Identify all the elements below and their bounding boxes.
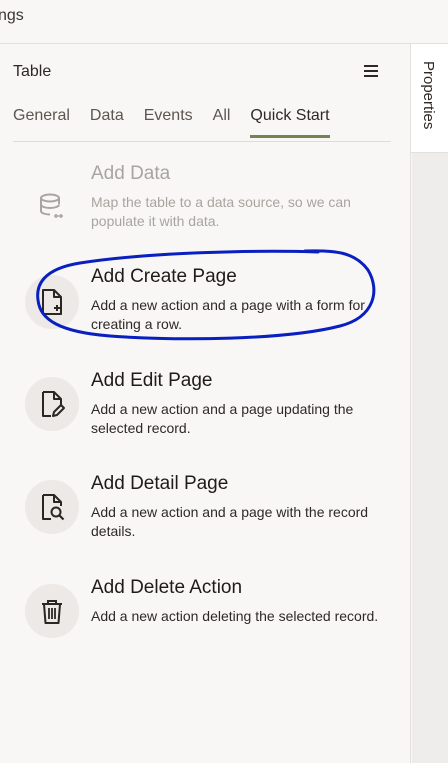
item-label: Add Data xyxy=(91,163,171,184)
tab-data[interactable]: Data xyxy=(90,104,124,135)
top-bar: ngs xyxy=(0,0,448,44)
item-description: Add a new action and a page with a form … xyxy=(91,297,365,332)
menu-icon[interactable] xyxy=(364,65,378,77)
tab-all[interactable]: All xyxy=(213,104,231,135)
item-description: Add a new action deleting the selected r… xyxy=(91,608,379,624)
create-page-icon xyxy=(25,275,79,329)
tab-bar: General Data Events All Quick Start xyxy=(13,104,391,142)
edit-page-icon xyxy=(25,377,79,431)
item-label: Add Create Page xyxy=(91,266,237,287)
item-label: Add Detail Page xyxy=(91,473,229,494)
item-description: Add a new action and a page updating the… xyxy=(91,401,354,436)
tab-quick-start[interactable]: Quick Start xyxy=(250,104,330,138)
properties-rail-body xyxy=(412,153,448,763)
item-label: Add Edit Page xyxy=(91,370,213,391)
properties-tab[interactable]: Properties xyxy=(410,44,448,153)
trash-icon xyxy=(25,584,79,638)
window-title: ngs xyxy=(0,7,24,24)
properties-tab-label: Properties xyxy=(420,61,437,130)
database-icon xyxy=(25,179,79,233)
detail-page-icon xyxy=(25,480,79,534)
panel-title: Table xyxy=(13,63,52,80)
item-label: Add Delete Action xyxy=(91,577,243,598)
item-description: Add a new action and a page with the rec… xyxy=(91,504,369,539)
item-description: Map the table to a data source, so we ca… xyxy=(91,194,351,229)
tab-events[interactable]: Events xyxy=(144,104,193,135)
tab-general[interactable]: General xyxy=(13,104,70,135)
